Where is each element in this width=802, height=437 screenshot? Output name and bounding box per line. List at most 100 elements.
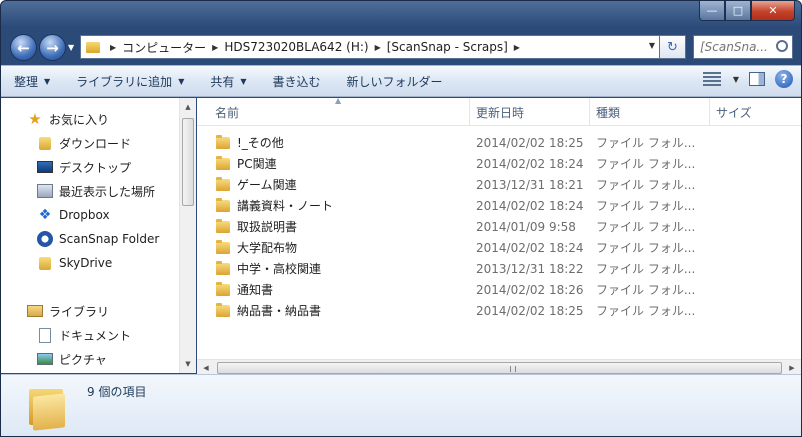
command-bar: 整理 ▼ ライブラリに追加 ▼ 共有 ▼ 書き込む 新しいフォルダー ▼ ?	[1, 65, 801, 97]
chevron-right-icon[interactable]: ▶	[212, 43, 218, 52]
caret-down-icon: ▼	[240, 76, 247, 86]
search-box[interactable]	[693, 35, 793, 59]
large-folder-icon	[27, 383, 67, 431]
search-icon[interactable]	[776, 40, 788, 52]
date-cell: 2014/02/02 18:24	[476, 156, 584, 171]
table-row[interactable]: 取扱説明書 2014/01/09 9:58 ファイル フォル...	[197, 216, 801, 237]
table-row[interactable]: !_その他 2014/02/02 18:25 ファイル フォル...	[197, 132, 801, 153]
back-button[interactable]: ←	[10, 34, 37, 61]
nav-vertical-scrollbar[interactable]: ▲ ▼	[179, 98, 196, 373]
navigation-pane: ★ お気に入り ダウンロード デスクトップ 最近表示した場所 ❖ Dropbox…	[1, 98, 181, 373]
organize-menu[interactable]: 整理 ▼	[1, 69, 63, 93]
name-cell: !_その他	[197, 134, 470, 151]
preview-pane-icon[interactable]	[749, 72, 765, 86]
item-count: 9 個の項目	[87, 385, 147, 399]
document-icon	[39, 327, 51, 343]
nav-item-pictures[interactable]: ピクチャ	[37, 348, 180, 370]
nav-label: ライブラリ	[49, 304, 110, 319]
caption-buttons: — □ ✕	[699, 1, 795, 21]
add-to-library-menu[interactable]: ライブラリに追加 ▼	[63, 69, 197, 93]
type-cell: ファイル フォル...	[596, 157, 696, 171]
breadcrumb-folder[interactable]: [ScanSnap - Scraps]	[387, 40, 508, 54]
type-cell: ファイル フォル...	[596, 262, 696, 276]
chevron-down-icon[interactable]: ▼	[649, 41, 655, 50]
column-header-row: ▲ 名前 更新日時 種類 サイズ	[197, 96, 801, 126]
column-header-size[interactable]: サイズ	[710, 98, 801, 126]
table-row[interactable]: 納品書・納品書 2014/02/02 18:25 ファイル フォル...	[197, 300, 801, 321]
downloads-folder-icon	[39, 136, 51, 150]
nav-item-documents[interactable]: ドキュメント	[37, 324, 180, 346]
table-row[interactable]: 通知書 2014/02/02 18:26 ファイル フォル...	[197, 279, 801, 300]
nav-item-recent-places[interactable]: 最近表示した場所	[37, 180, 180, 202]
file-name: 講義資料・ノート	[237, 199, 334, 213]
nav-label: 最近表示した場所	[59, 184, 156, 199]
date-cell: 2013/12/31 18:22	[476, 261, 584, 276]
sort-ascending-icon: ▲	[335, 96, 342, 105]
chevron-right-icon[interactable]: ▶	[514, 43, 520, 52]
file-name: 取扱説明書	[237, 220, 298, 234]
name-cell: 中学・高校関連	[197, 260, 470, 277]
folder-icon	[86, 41, 100, 53]
maximize-button[interactable]: □	[725, 1, 751, 21]
nav-label: デスクトップ	[59, 160, 132, 175]
minimize-button[interactable]: —	[699, 1, 725, 21]
table-row[interactable]: 中学・高校関連 2013/12/31 18:22 ファイル フォル...	[197, 258, 801, 279]
chevron-right-icon[interactable]: ▶	[375, 43, 381, 52]
scrollbar-thumb[interactable]	[217, 362, 782, 374]
star-icon: ★	[28, 110, 42, 128]
forward-button[interactable]: →	[39, 34, 66, 61]
nav-item-downloads[interactable]: ダウンロード	[37, 132, 180, 154]
new-folder-label: 新しいフォルダー	[346, 74, 443, 89]
type-cell: ファイル フォル...	[596, 199, 696, 213]
chevron-right-icon[interactable]: ▶	[110, 43, 116, 52]
date-cell: 2014/01/09 9:58	[476, 219, 576, 234]
address-row: ← → ▼ ▶ コンピューター ▶ HDS723020BLA642 (H:) ▶…	[1, 31, 801, 65]
toolbar-right: ▼ ?	[702, 70, 793, 88]
burn-button[interactable]: 書き込む	[260, 69, 334, 93]
search-input[interactable]	[700, 40, 770, 54]
folder-icon	[216, 260, 230, 275]
file-name: ゲーム関連	[237, 178, 297, 192]
table-row[interactable]: 大学配布物 2014/02/02 18:24 ファイル フォル...	[197, 237, 801, 258]
breadcrumb-drive[interactable]: HDS723020BLA642 (H:)	[224, 40, 368, 54]
scroll-up-icon[interactable]: ▲	[180, 99, 196, 115]
view-options-icon[interactable]	[702, 72, 721, 86]
address-bar[interactable]: ▶ コンピューター ▶ HDS723020BLA642 (H:) ▶ [Scan…	[80, 35, 660, 59]
scrollbar-thumb[interactable]	[182, 118, 194, 206]
nav-item-favorites[interactable]: ★ お気に入り	[27, 108, 180, 130]
column-header-name[interactable]: 名前	[197, 98, 470, 126]
name-cell: 取扱説明書	[197, 218, 470, 235]
column-header-date[interactable]: 更新日時	[470, 98, 590, 126]
caret-down-icon: ▼	[44, 76, 51, 86]
column-header-type[interactable]: 種類	[590, 98, 710, 126]
name-cell: 通知書	[197, 281, 470, 298]
nav-item-scansnap[interactable]: ScanSnap Folder	[37, 228, 180, 250]
nav-item-desktop[interactable]: デスクトップ	[37, 156, 180, 178]
close-button[interactable]: ✕	[751, 1, 795, 21]
help-icon[interactable]: ?	[775, 70, 793, 88]
nav-label: Dropbox	[59, 208, 110, 222]
table-row[interactable]: PC関連 2014/02/02 18:24 ファイル フォル...	[197, 153, 801, 174]
caret-down-icon: ▼	[178, 76, 185, 86]
breadcrumb-computer[interactable]: コンピューター	[122, 39, 206, 56]
explorer-window: — □ ✕ ← → ▼ ▶ コンピューター ▶ HDS723020BLA642 …	[0, 0, 802, 437]
type-cell: ファイル フォル...	[596, 178, 696, 192]
organize-label: 整理	[14, 74, 39, 89]
name-cell: 大学配布物	[197, 239, 470, 256]
table-row[interactable]: ゲーム関連 2013/12/31 18:21 ファイル フォル...	[197, 174, 801, 195]
nav-item-dropbox[interactable]: ❖ Dropbox	[37, 204, 180, 226]
new-folder-button[interactable]: 新しいフォルダー	[334, 69, 456, 93]
folder-icon	[216, 239, 230, 254]
scroll-down-icon[interactable]: ▼	[180, 356, 196, 372]
nav-item-skydrive[interactable]: SkyDrive	[37, 252, 180, 274]
arrow-right-icon: →	[46, 38, 59, 57]
refresh-button[interactable]: ↻	[660, 35, 686, 59]
nav-item-libraries[interactable]: ライブラリ	[27, 300, 180, 322]
nav-label: ScanSnap Folder	[59, 232, 160, 246]
date-cell: 2013/12/31 18:21	[476, 177, 584, 192]
share-menu[interactable]: 共有 ▼	[197, 69, 259, 93]
date-cell: 2014/02/02 18:24	[476, 240, 584, 255]
table-row[interactable]: 講義資料・ノート 2014/02/02 18:24 ファイル フォル...	[197, 195, 801, 216]
caret-down-icon[interactable]: ▼	[733, 75, 739, 84]
recent-pages-dropdown[interactable]: ▼	[68, 43, 74, 52]
